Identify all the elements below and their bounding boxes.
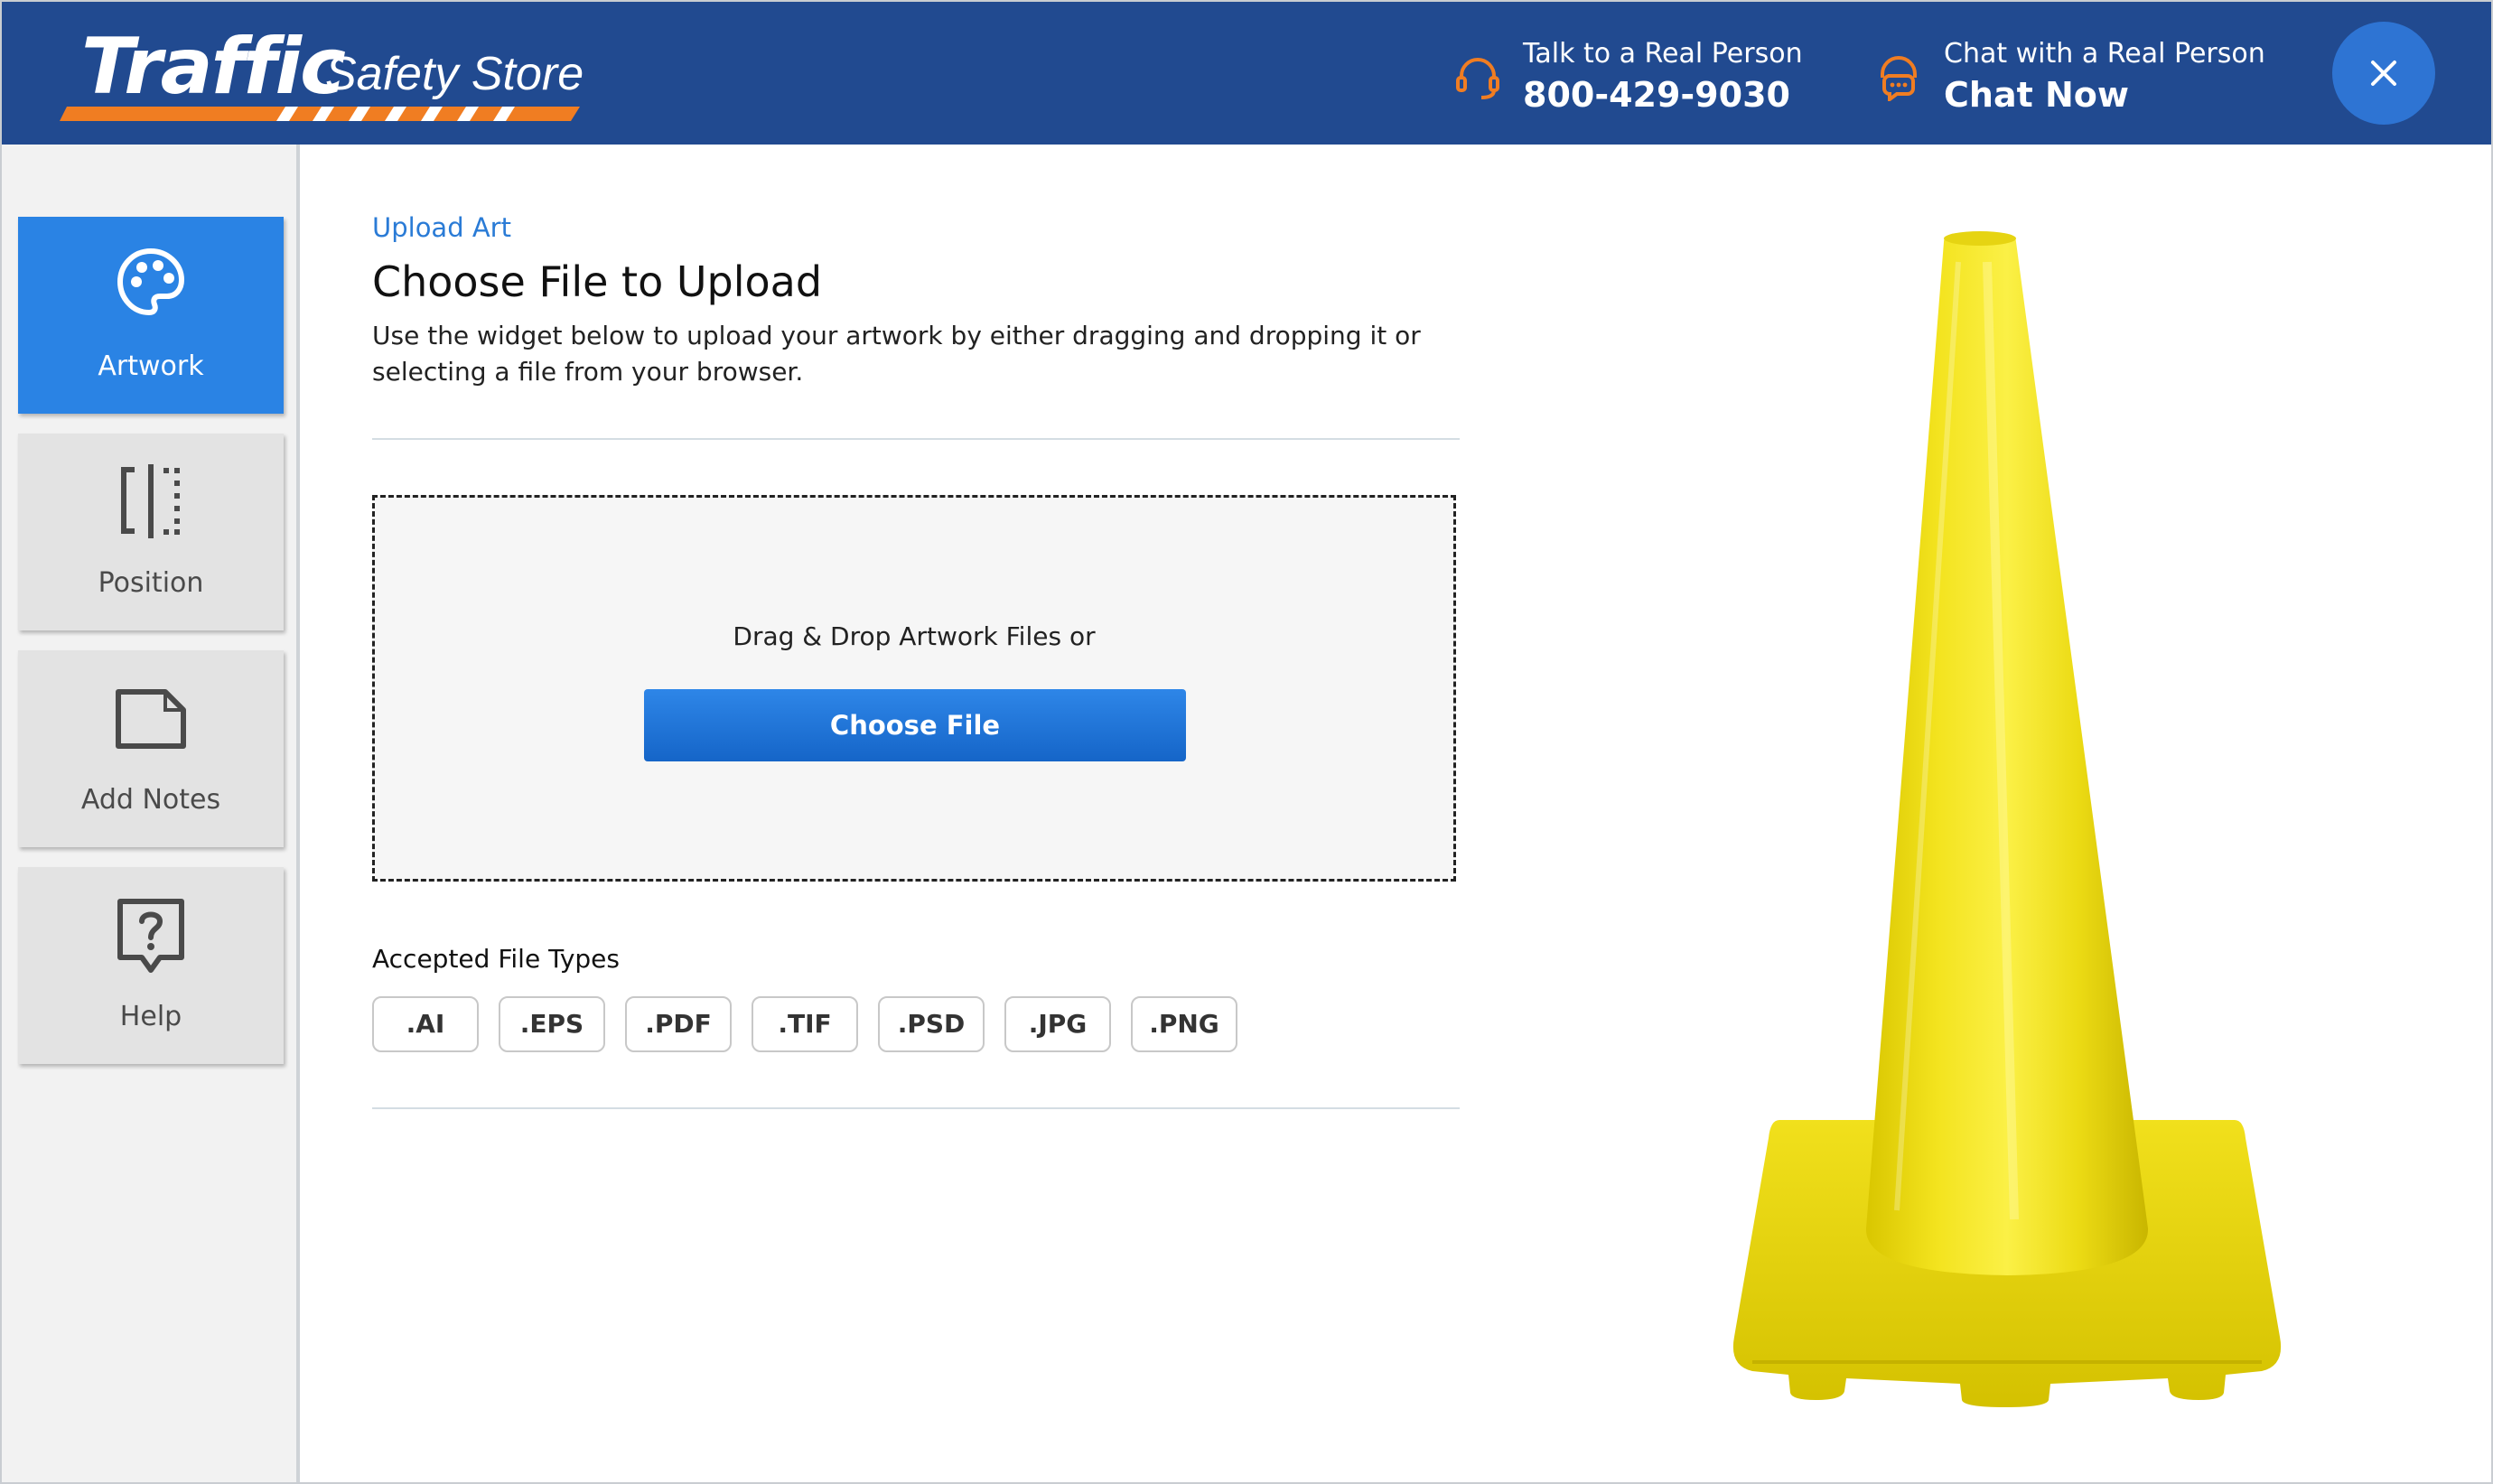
- sidebar-item-help[interactable]: Help: [18, 867, 284, 1064]
- phone-label: Talk to a Real Person: [1523, 38, 1803, 70]
- file-type-chip: .PNG: [1131, 996, 1237, 1052]
- dropzone-text: Drag & Drop Artwork Files or: [733, 621, 1096, 651]
- file-dropzone[interactable]: Drag & Drop Artwork Files or Choose File: [372, 495, 1456, 882]
- phone-number[interactable]: 800-429-9030: [1523, 72, 1790, 117]
- file-type-chip: .EPS: [499, 996, 605, 1052]
- breadcrumb[interactable]: Upload Art: [372, 208, 511, 247]
- logo-stripe: [60, 107, 580, 121]
- divider: [372, 1107, 1460, 1109]
- accepted-file-types-label: Accepted File Types: [372, 944, 620, 974]
- logo-text-main: Traffic: [81, 22, 346, 112]
- chat-now-link[interactable]: Chat Now: [1944, 72, 2129, 117]
- logo-text-sub: Safety Store: [325, 48, 584, 100]
- divider: [372, 438, 1460, 440]
- sidebar-item-artwork[interactable]: Artwork: [18, 217, 284, 414]
- store-logo[interactable]: Traffic Safety Store: [60, 22, 602, 130]
- headset-icon: [1456, 58, 1499, 99]
- product-image-cone: [1732, 231, 2282, 1407]
- note-icon: [116, 689, 186, 749]
- position-icon: [121, 464, 180, 538]
- sidebar-label-artwork: Artwork: [98, 350, 204, 382]
- file-type-chip: .JPG: [1004, 996, 1111, 1052]
- sidebar-label-position: Position: [98, 567, 204, 599]
- sidebar-label-help: Help: [119, 1001, 182, 1032]
- file-type-chip: .PDF: [625, 996, 732, 1052]
- palette-icon: [117, 248, 184, 315]
- file-type-chip: .AI: [372, 996, 479, 1052]
- close-button[interactable]: [2332, 22, 2435, 125]
- sidebar: Artwork Position Add Notes Help: [2, 145, 300, 1482]
- chat-label: Chat with a Real Person: [1944, 38, 2265, 70]
- file-type-chip: .PSD: [878, 996, 985, 1052]
- choose-file-button[interactable]: Choose File: [644, 689, 1186, 761]
- chat-support-icon: [1881, 56, 1917, 101]
- upload-description: Use the widget below to upload your artw…: [372, 321, 1421, 387]
- phone-contact[interactable]: Talk to a Real Person 800-429-9030: [1454, 27, 1843, 117]
- close-icon: [2371, 61, 2396, 86]
- sidebar-label-add-notes: Add Notes: [80, 784, 221, 816]
- help-icon: [117, 899, 184, 973]
- sidebar-item-position[interactable]: Position: [18, 434, 284, 630]
- file-type-chip: .TIF: [752, 996, 858, 1052]
- page-title: Choose File to Upload: [372, 257, 823, 306]
- sidebar-item-add-notes[interactable]: Add Notes: [18, 650, 284, 847]
- chat-contact[interactable]: Chat with a Real Person Chat Now: [1875, 27, 2265, 117]
- site-header: Traffic Safety Store Talk to a Real Pers…: [2, 2, 2491, 145]
